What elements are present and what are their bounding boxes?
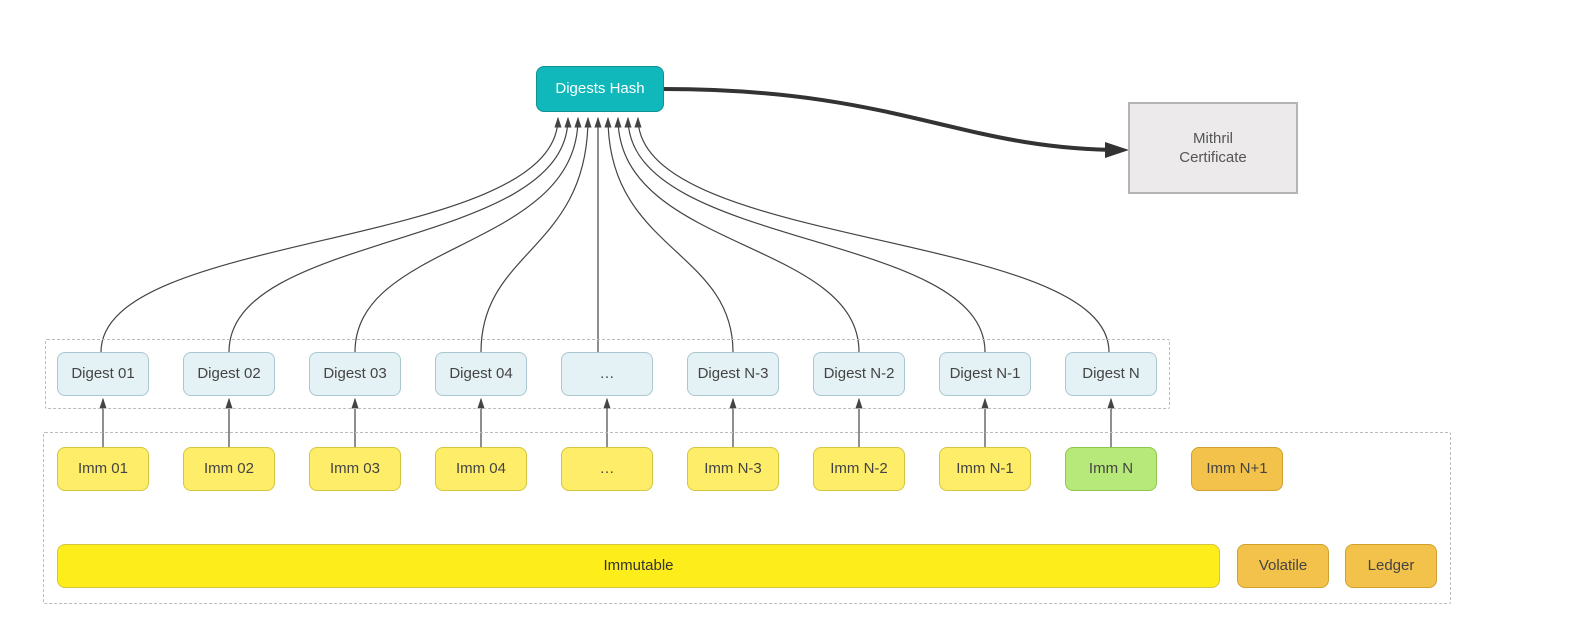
ledger-box: Ledger	[1345, 544, 1437, 588]
ledger-label: Ledger	[1368, 556, 1415, 576]
imm-label: Imm N	[1089, 459, 1133, 479]
digest-02: Digest 02	[183, 352, 275, 396]
imm-label: Imm 01	[78, 459, 128, 479]
digest-03: Digest 03	[309, 352, 401, 396]
imm-label: Imm N+1	[1206, 459, 1267, 479]
digest-label: Digest 04	[449, 364, 512, 384]
imm-n-3: Imm N-3	[687, 447, 779, 491]
imm-label: Imm N-1	[956, 459, 1014, 479]
imm-label: Imm N-2	[830, 459, 888, 479]
imm-ellipsis: …	[561, 447, 653, 491]
digest-ellipsis: …	[561, 352, 653, 396]
digest-label: Digest N-1	[950, 364, 1021, 384]
imm-label: Imm N-3	[704, 459, 762, 479]
imm-02: Imm 02	[183, 447, 275, 491]
digests-hash-node: Digests Hash	[536, 66, 664, 112]
digest-label: Digest N	[1082, 364, 1140, 384]
digest-n-1: Digest N-1	[939, 352, 1031, 396]
imm-04: Imm 04	[435, 447, 527, 491]
imm-label: …	[600, 459, 615, 479]
imm-n: Imm N	[1065, 447, 1157, 491]
imm-01: Imm 01	[57, 447, 149, 491]
mithril-certificate-node: Mithril Certificate	[1128, 102, 1298, 194]
immutable-bar: Immutable	[57, 544, 1220, 588]
digest-label: Digest 01	[71, 364, 134, 384]
digest-n-2: Digest N-2	[813, 352, 905, 396]
digest-label: …	[600, 364, 615, 384]
digest-04: Digest 04	[435, 352, 527, 396]
imm-label: Imm 03	[330, 459, 380, 479]
certificate-line2: Certificate	[1179, 148, 1247, 168]
digest-label: Digest N-2	[824, 364, 895, 384]
certificate-line1: Mithril	[1179, 129, 1247, 149]
digest-label: Digest 03	[323, 364, 386, 384]
digest-n: Digest N	[1065, 352, 1157, 396]
imm-n-plus-1: Imm N+1	[1191, 447, 1283, 491]
imm-label: Imm 04	[456, 459, 506, 479]
digests-hash-label: Digests Hash	[555, 79, 644, 99]
imm-n-2: Imm N-2	[813, 447, 905, 491]
volatile-label: Volatile	[1259, 556, 1307, 576]
imm-n-1: Imm N-1	[939, 447, 1031, 491]
imm-03: Imm 03	[309, 447, 401, 491]
volatile-box: Volatile	[1237, 544, 1329, 588]
imm-label: Imm 02	[204, 459, 254, 479]
digest-label: Digest 02	[197, 364, 260, 384]
digest-n-3: Digest N-3	[687, 352, 779, 396]
immutable-label: Immutable	[603, 556, 673, 576]
digest-01: Digest 01	[57, 352, 149, 396]
digest-label: Digest N-3	[698, 364, 769, 384]
